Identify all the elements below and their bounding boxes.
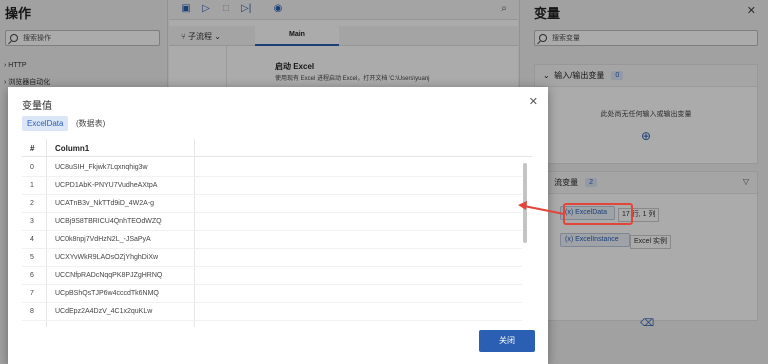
close-icon[interactable]: ✕ <box>529 95 538 108</box>
table-row: 0 UC8uSIH_Fkjwk7Lqxnqhig3w <box>22 159 522 177</box>
table-row: 6 UCCNfpRADcNqqPK8PJZgHRNQ <box>22 267 522 285</box>
table-row: 5 UCXYvWkR9LAOsOZjYhghDiXw <box>22 249 522 267</box>
close-button[interactable]: 关闭 <box>479 330 535 352</box>
highlight-arrow-icon <box>518 201 565 215</box>
variable-name-chip: ExcelData <box>22 116 69 131</box>
table-header: # Column1 <box>22 139 532 157</box>
datatable: # Column1 0 UC8uSIH_Fkjwk7Lqxnqhig3w 1 UCP… <box>22 139 532 327</box>
table-row: 8 UCdEpz2A4DzV_4C1x2quKLw <box>22 303 522 321</box>
header-index: # <box>30 144 35 153</box>
table-row: 7 UCpBShQsTJP6w4cccdTk6NMQ <box>22 285 522 303</box>
table-row: 1 UCPD1AbK-PNYU7VudheAXtpA <box>22 177 522 195</box>
table-row: 3 UCBj9S8TBRICU4QnhTEOdWZQ <box>22 213 522 231</box>
table-row: 2 UCATnB3v_NkTTd9iD_4W2A-g <box>22 195 522 213</box>
variable-type: (数据表) <box>76 119 106 128</box>
table-row: 4 UC0k8npj7VdHzN2L_-JSaPyA <box>22 231 522 249</box>
header-column1[interactable]: Column1 <box>55 144 89 153</box>
highlight-box <box>563 203 633 225</box>
dialog-title: 变量值 <box>22 101 52 112</box>
variable-value-dialog: 变量值 ✕ ExcelData (数据表) # Column1 0 UC8uSIH… <box>8 87 548 364</box>
